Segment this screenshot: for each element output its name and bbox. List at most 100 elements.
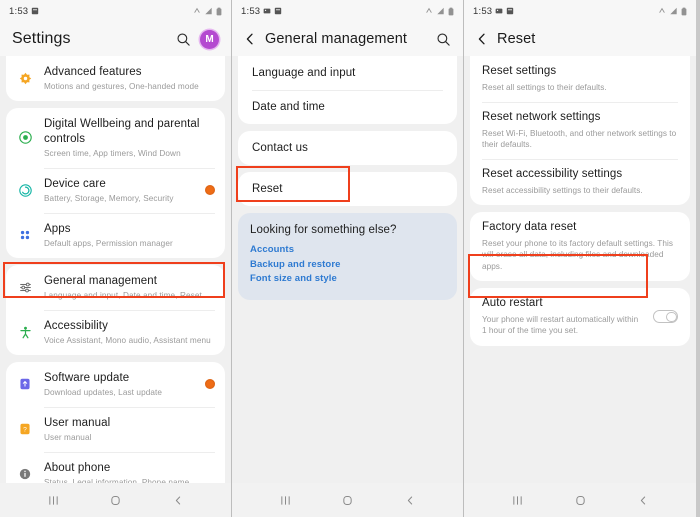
nav-bar [232, 483, 463, 517]
row-texts: Advanced features Motions and gestures, … [36, 65, 215, 92]
home-icon[interactable] [575, 495, 586, 506]
reset-row-auto-restart[interactable]: Auto restart Your phone will restart aut… [470, 288, 690, 345]
nfc-icon [425, 7, 433, 15]
back-icon[interactable] [173, 495, 183, 506]
row-title: Reset settings [482, 64, 678, 80]
auto-restart-toggle[interactable] [653, 310, 678, 323]
row-subtitle: Status, Legal information, Phone name [44, 477, 215, 483]
battery-icon [448, 7, 454, 16]
settings-row-advanced-features[interactable]: Advanced features Motions and gestures, … [6, 56, 225, 101]
row-title: Advanced features [44, 65, 215, 80]
settings-row-software-update[interactable]: Software update Download updates, Last u… [6, 362, 225, 407]
settings-row-digital-wellbeing[interactable]: Digital Wellbeing and parental controls … [6, 108, 225, 168]
accessibility-icon [14, 325, 36, 340]
avatar[interactable]: M [200, 30, 219, 49]
search-icon[interactable] [436, 32, 451, 47]
advanced-features-icon [14, 71, 36, 86]
software-update-icon [14, 377, 36, 391]
status-bar-clock: 1:53 [9, 6, 28, 17]
home-icon[interactable] [110, 495, 121, 506]
row-subtitle: Motions and gestures, One-handed mode [44, 81, 215, 92]
back-icon[interactable] [405, 495, 415, 506]
settings-card-2: Digital Wellbeing and parental controls … [6, 108, 225, 258]
link-accounts[interactable]: Accounts [250, 243, 445, 258]
svg-text:?: ? [23, 427, 27, 434]
calendar-icon [274, 7, 282, 15]
status-bar-right [193, 7, 222, 16]
row-subtitle: Your phone will restart automatically wi… [482, 314, 645, 337]
row-texts: Digital Wellbeing and parental controls … [36, 117, 215, 159]
image-icon [495, 7, 503, 15]
status-bar: 1:53 [232, 0, 463, 22]
row-subtitle: User manual [44, 432, 215, 443]
recent-apps-icon[interactable] [512, 495, 523, 506]
row-subtitle: Reset all settings to their defaults. [482, 82, 678, 93]
gm-card-2: Contact us [238, 131, 457, 165]
settings-card-3: General management Language and input, D… [6, 265, 225, 355]
row-subtitle: Download updates, Last update [44, 387, 200, 398]
status-badge [205, 185, 215, 195]
reset-list[interactable]: Reset settings Reset all settings to the… [464, 56, 696, 483]
settings-row-user-manual[interactable]: ? User manual User manual [6, 407, 225, 452]
general-management-list[interactable]: Language and input Date and time Contact… [232, 56, 463, 483]
row-subtitle: Reset your phone to its factory default … [482, 238, 678, 272]
calendar-icon [31, 7, 39, 15]
settings-row-accessibility[interactable]: Accessibility Voice Assistant, Mono audi… [6, 310, 225, 355]
looking-for-something-else-card: Looking for something else? Accounts Bac… [238, 213, 457, 300]
settings-row-general-management[interactable]: General management Language and input, D… [6, 265, 225, 310]
row-texts: User manual User manual [36, 416, 215, 443]
row-texts: Auto restart Your phone will restart aut… [482, 296, 645, 336]
reset-row-reset-network-settings[interactable]: Reset network settings Reset Wi-Fi, Blue… [470, 102, 690, 159]
row-texts: Device care Battery, Storage, Memory, Se… [36, 177, 200, 204]
back-icon[interactable] [638, 495, 648, 506]
row-title: Auto restart [482, 296, 645, 312]
row-title: Reset network settings [482, 110, 678, 126]
app-bar-reset: Reset [464, 22, 696, 56]
recent-apps-icon[interactable] [280, 495, 291, 506]
phone-screen-reset: 1:53 [464, 0, 696, 517]
nav-bar [464, 483, 696, 517]
app-bar-general-management: General management [232, 22, 463, 56]
settings-row-apps[interactable]: Apps Default apps, Permission manager [6, 213, 225, 258]
back-chevron-icon[interactable] [244, 33, 256, 45]
row-title: Reset accessibility settings [482, 167, 678, 183]
reset-row-reset-accessibility-settings[interactable]: Reset accessibility settings Reset acces… [470, 159, 690, 205]
row-texts: Software update Download updates, Last u… [36, 371, 200, 398]
gm-row-contact-us[interactable]: Contact us [238, 131, 457, 165]
row-subtitle: Reset accessibility settings to their de… [482, 185, 678, 196]
signal-icon [436, 7, 445, 15]
status-badge [205, 379, 215, 389]
reset-row-factory-data-reset[interactable]: Factory data reset Reset your phone to i… [470, 212, 690, 281]
reset-card-2: Factory data reset Reset your phone to i… [470, 212, 690, 281]
signal-icon [204, 7, 213, 15]
settings-row-about-phone[interactable]: About phone Status, Legal information, P… [6, 452, 225, 483]
digital-wellbeing-icon [14, 130, 36, 145]
row-subtitle: Voice Assistant, Mono audio, Assistant m… [44, 335, 215, 346]
gm-row-reset[interactable]: Reset [238, 172, 457, 206]
settings-card-1: Advanced features Motions and gestures, … [6, 56, 225, 101]
recent-apps-icon[interactable] [48, 495, 59, 506]
row-title: Accessibility [44, 319, 215, 334]
back-chevron-icon[interactable] [476, 33, 488, 45]
row-title: User manual [44, 416, 215, 431]
settings-list[interactable]: Advanced features Motions and gestures, … [0, 56, 231, 483]
phone-screen-settings: 1:53 Settings [0, 0, 232, 517]
row-texts: About phone Status, Legal information, P… [36, 461, 215, 483]
row-subtitle: Default apps, Permission manager [44, 238, 215, 249]
gm-row-language-and-input[interactable]: Language and input [238, 56, 457, 90]
status-bar-right [425, 7, 454, 16]
reset-row-reset-settings[interactable]: Reset settings Reset all settings to the… [470, 56, 690, 102]
link-font-size-and-style[interactable]: Font size and style [250, 272, 445, 287]
status-bar-left: 1:53 [473, 6, 514, 17]
row-title: General management [44, 274, 215, 289]
page-title: Reset [497, 31, 535, 47]
status-bar-right [658, 7, 687, 16]
gm-card-1: Language and input Date and time [238, 56, 457, 124]
settings-row-device-care[interactable]: Device care Battery, Storage, Memory, Se… [6, 168, 225, 213]
search-icon[interactable] [176, 32, 191, 47]
gm-row-date-and-time[interactable]: Date and time [238, 90, 457, 124]
device-care-icon [14, 183, 36, 198]
reset-card-3: Auto restart Your phone will restart aut… [470, 288, 690, 345]
home-icon[interactable] [342, 495, 353, 506]
link-backup-and-restore[interactable]: Backup and restore [250, 258, 445, 273]
